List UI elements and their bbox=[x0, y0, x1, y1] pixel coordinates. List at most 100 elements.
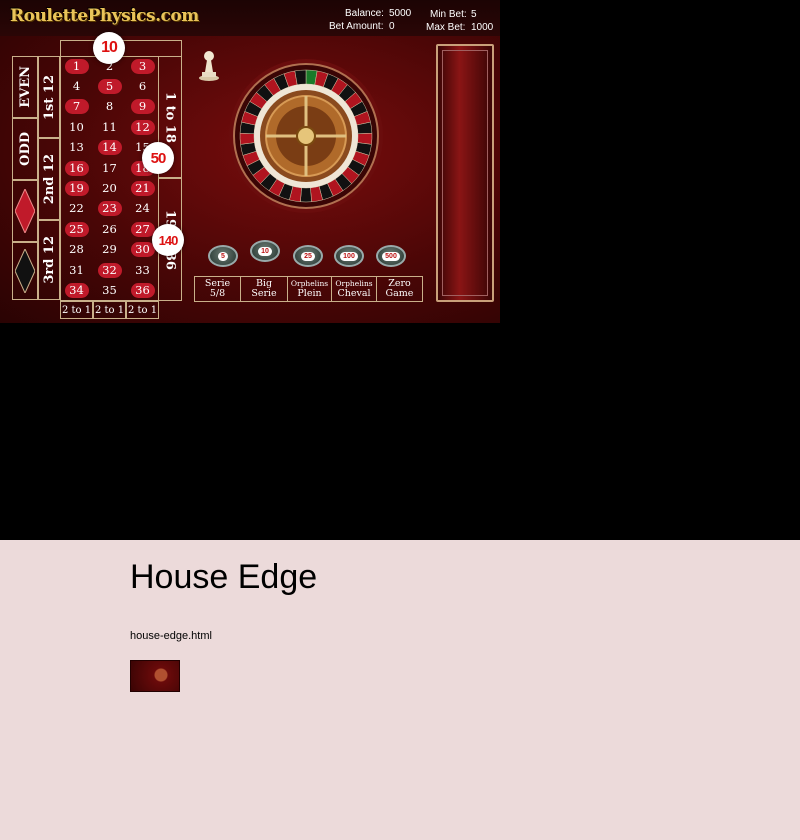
min-bet-value: 5 bbox=[471, 9, 477, 20]
bet-marker-140[interactable]: 140 bbox=[152, 224, 184, 256]
number-label: 4 bbox=[72, 79, 81, 94]
third-dozen-bet[interactable]: 3rd 12 bbox=[38, 220, 60, 300]
balance-value: 5000 bbox=[389, 8, 412, 19]
number-cell-3[interactable]: 3 bbox=[126, 56, 159, 76]
number-cell-13[interactable]: 13 bbox=[60, 138, 93, 158]
chip-500[interactable]: 500 bbox=[376, 245, 406, 267]
column-1-label: 2 to 1 bbox=[61, 304, 92, 316]
bet-amount-value: 0 bbox=[389, 21, 395, 32]
number-cell-28[interactable]: 28 bbox=[60, 240, 93, 260]
number-label: 36 bbox=[130, 283, 155, 299]
chip-100[interactable]: 100 bbox=[334, 245, 364, 267]
number-label: 8 bbox=[105, 99, 114, 114]
number-cell-17[interactable]: 17 bbox=[93, 158, 126, 178]
number-label: 31 bbox=[69, 262, 84, 277]
black-bet[interactable] bbox=[12, 242, 38, 300]
number-cell-22[interactable]: 22 bbox=[60, 199, 93, 219]
number-cell-36[interactable]: 36 bbox=[126, 280, 159, 300]
first-dozen-bet[interactable]: 1st 12 bbox=[38, 56, 60, 138]
column-2-bet[interactable]: 2 to 1 bbox=[93, 301, 126, 319]
number-label: 23 bbox=[97, 201, 122, 217]
chip-25[interactable]: 25 bbox=[293, 245, 323, 267]
second-dozen-bet[interactable]: 2nd 12 bbox=[38, 138, 60, 220]
number-cell-21[interactable]: 21 bbox=[126, 178, 159, 198]
game-header: RoulettePhysics.com Balance: 5000 Bet Am… bbox=[0, 0, 500, 36]
number-cell-19[interactable]: 19 bbox=[60, 178, 93, 198]
third-dozen-label: 3rd 12 bbox=[41, 236, 57, 284]
roulette-game[interactable]: RoulettePhysics.com Balance: 5000 Bet Am… bbox=[0, 0, 500, 323]
number-label: 11 bbox=[102, 119, 117, 134]
number-cell-20[interactable]: 20 bbox=[93, 178, 126, 198]
number-cell-10[interactable]: 10 bbox=[60, 117, 93, 137]
call-bet-2[interactable]: Orphelins Plein bbox=[288, 277, 332, 301]
number-cell-12[interactable]: 12 bbox=[126, 117, 159, 137]
chip-label: 100 bbox=[340, 251, 358, 261]
number-cell-33[interactable]: 33 bbox=[126, 260, 159, 280]
chip-label: 5 bbox=[218, 251, 228, 261]
call-bet-label: Orphelins Cheval bbox=[335, 279, 373, 299]
page-content: House Edge house-edge.html bbox=[0, 540, 800, 840]
number-cell-9[interactable]: 9 bbox=[126, 97, 159, 117]
even-bet[interactable]: EVEN bbox=[12, 56, 38, 118]
column-3-bet[interactable]: 2 to 1 bbox=[126, 301, 159, 319]
number-label: 22 bbox=[69, 201, 84, 216]
number-label: 27 bbox=[130, 221, 155, 237]
chip-label: 10 bbox=[258, 246, 272, 256]
bet-amount-label: Bet Amount: bbox=[329, 21, 384, 32]
number-cell-29[interactable]: 29 bbox=[93, 240, 126, 260]
black-diamond-icon bbox=[15, 249, 35, 293]
number-cell-8[interactable]: 8 bbox=[93, 97, 126, 117]
pawn-dolly-icon[interactable] bbox=[198, 46, 220, 82]
number-cell-11[interactable]: 11 bbox=[93, 117, 126, 137]
chip-label: 25 bbox=[301, 251, 315, 261]
low-label: 1 to 18 bbox=[162, 91, 178, 143]
call-bet-4[interactable]: Zero Game bbox=[377, 277, 422, 301]
number-cell-14[interactable]: 14 bbox=[93, 138, 126, 158]
number-cell-23[interactable]: 23 bbox=[93, 199, 126, 219]
number-cell-1[interactable]: 1 bbox=[60, 56, 93, 76]
call-bet-0[interactable]: Serie 5/8 bbox=[195, 277, 241, 301]
number-cell-24[interactable]: 24 bbox=[126, 199, 159, 219]
max-bet-value: 1000 bbox=[471, 22, 494, 33]
number-label: 16 bbox=[64, 160, 89, 176]
number-label: 30 bbox=[130, 242, 155, 258]
number-cell-7[interactable]: 7 bbox=[60, 97, 93, 117]
number-label: 17 bbox=[102, 160, 117, 175]
number-cell-32[interactable]: 32 bbox=[93, 260, 126, 280]
number-label: 33 bbox=[135, 262, 150, 277]
number-label: 25 bbox=[64, 221, 89, 237]
number-label: 6 bbox=[138, 79, 147, 94]
page-link[interactable]: house-edge.html bbox=[130, 630, 212, 642]
number-label: 14 bbox=[97, 140, 122, 156]
bet-marker-50[interactable]: 50 bbox=[142, 142, 174, 174]
second-dozen-label: 2nd 12 bbox=[41, 153, 57, 205]
number-cell-6[interactable]: 6 bbox=[126, 76, 159, 96]
number-label: 21 bbox=[130, 181, 155, 197]
number-label: 3 bbox=[130, 58, 155, 74]
number-cell-26[interactable]: 26 bbox=[93, 219, 126, 239]
number-label: 20 bbox=[102, 181, 117, 196]
number-cell-5[interactable]: 5 bbox=[93, 76, 126, 96]
column-1-bet[interactable]: 2 to 1 bbox=[60, 301, 93, 319]
number-label: 29 bbox=[102, 242, 117, 257]
number-cell-31[interactable]: 31 bbox=[60, 260, 93, 280]
number-label: 35 bbox=[102, 283, 117, 298]
chip-10[interactable]: 10 bbox=[250, 240, 280, 262]
number-cell-34[interactable]: 34 bbox=[60, 280, 93, 300]
thumbnail-image[interactable] bbox=[130, 660, 180, 692]
bet-marker-10[interactable]: 10 bbox=[93, 32, 125, 64]
call-bets-panel[interactable]: Serie 5/8 Big Serie Orphelins Plein Orphelins C… bbox=[194, 276, 423, 302]
number-cell-35[interactable]: 35 bbox=[93, 280, 126, 300]
number-label: 7 bbox=[64, 99, 89, 115]
number-cell-16[interactable]: 16 bbox=[60, 158, 93, 178]
number-cell-4[interactable]: 4 bbox=[60, 76, 93, 96]
odd-bet[interactable]: ODD bbox=[12, 118, 38, 180]
number-label: 24 bbox=[135, 201, 150, 216]
call-bet-1[interactable]: Big Serie bbox=[241, 277, 288, 301]
wheel-pocket bbox=[239, 132, 255, 145]
chip-5[interactable]: 5 bbox=[208, 245, 238, 267]
min-bet-label: Min Bet: bbox=[430, 9, 467, 20]
number-cell-25[interactable]: 25 bbox=[60, 219, 93, 239]
call-bet-3[interactable]: Orphelins Cheval bbox=[332, 277, 377, 301]
red-bet[interactable] bbox=[12, 180, 38, 242]
